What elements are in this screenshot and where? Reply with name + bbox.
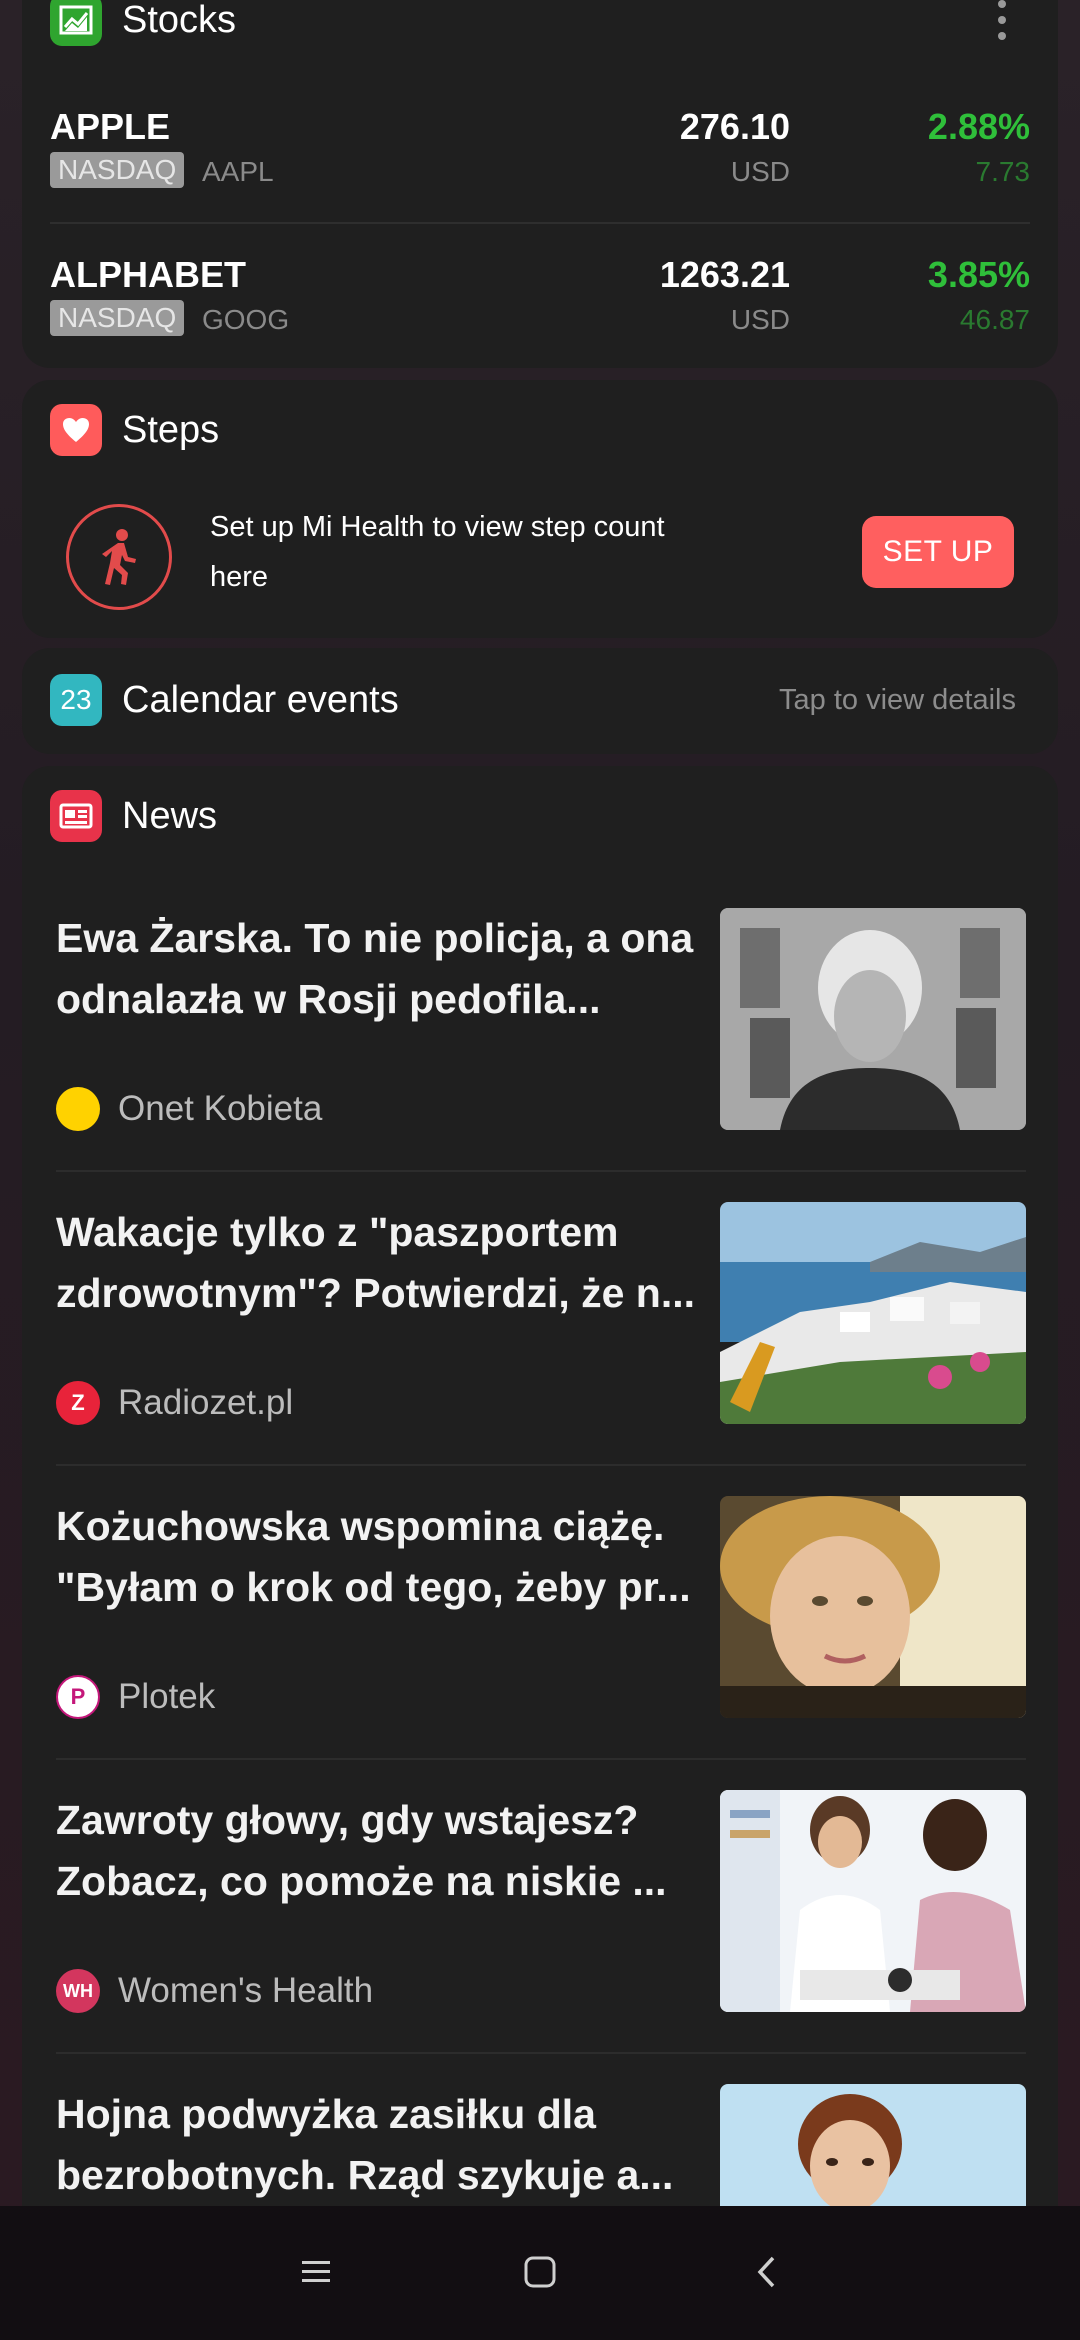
- divider: [56, 1758, 1026, 1760]
- steps-message: Set up Mi Health to view step count here: [210, 511, 665, 593]
- menu-icon[interactable]: [286, 2242, 346, 2302]
- news-source: WH Women's Health: [56, 1966, 373, 2016]
- stock-row[interactable]: APPLE NASDAQ AAPL 276.10 USD 2.88% 7.73: [50, 106, 1030, 226]
- stock-name: ALPHABET: [50, 254, 246, 295]
- news-headline: Kożuchowska wspomina ciążę. "Byłam o kro…: [56, 1503, 691, 1610]
- stock-name: APPLE: [50, 106, 171, 147]
- setup-button[interactable]: SET UP: [862, 516, 1014, 588]
- news-thumbnail: [720, 1496, 1026, 1718]
- stock-change-value: 46.87: [959, 304, 1030, 335]
- stock-ticker: AAPL: [202, 156, 274, 187]
- heart-icon: [50, 404, 102, 456]
- more-options-icon[interactable]: [998, 0, 1008, 40]
- news-thumbnail: [720, 908, 1026, 1130]
- onet-logo-icon: [56, 1087, 100, 1131]
- stocks-card[interactable]: Stocks APPLE NASDAQ AAPL 276.10 USD 2.88…: [22, 0, 1058, 368]
- news-source-name: Women's Health: [118, 1971, 374, 2010]
- stock-row[interactable]: ALPHABET NASDAQ GOOG 1263.21 USD 3.85% 4…: [50, 254, 1030, 368]
- steps-title: Steps: [122, 408, 220, 451]
- news-source-name: Plotek: [118, 1677, 216, 1716]
- calendar-header: 23 Calendar events: [50, 672, 399, 728]
- stock-ticker: GOOG: [202, 304, 290, 335]
- stock-currency: USD: [730, 304, 790, 335]
- news-item[interactable]: Zawroty głowy, gdy wstajesz? Zobacz, co …: [56, 1790, 1026, 2084]
- news-card: News Ewa Żarska. To nie policja, a ona o…: [22, 766, 1058, 2326]
- news-source: P Plotek: [56, 1672, 215, 1722]
- news-source: Onet Kobieta: [56, 1084, 322, 1134]
- news-source-name: Radiozet.pl: [118, 1383, 294, 1422]
- calendar-card[interactable]: 23 Calendar events Tap to view details: [22, 648, 1058, 754]
- news-source-name: Onet Kobieta: [118, 1089, 323, 1128]
- stock-change-percent: 2.88%: [927, 106, 1030, 147]
- stock-change-value: 7.73: [975, 156, 1031, 187]
- radiozet-logo-icon: Z: [56, 1381, 100, 1425]
- home-icon[interactable]: [510, 2242, 570, 2302]
- stock-exchange-badge: NASDAQ: [50, 300, 185, 336]
- stock-exchange-badge: NASDAQ: [50, 152, 185, 188]
- plotek-logo-icon: P: [56, 1675, 100, 1719]
- news-headline: Ewa Żarska. To nie policja, a ona odnala…: [56, 915, 694, 1022]
- divider: [50, 222, 1030, 224]
- back-icon[interactable]: [736, 2242, 796, 2302]
- divider: [56, 2052, 1026, 2054]
- news-source: Z Radiozet.pl: [56, 1378, 293, 1428]
- news-headline: Wakacje tylko z "paszportem zdrowotnym"?…: [56, 1209, 696, 1316]
- divider: [56, 1170, 1026, 1172]
- news-item[interactable]: Ewa Żarska. To nie policja, a ona odnala…: [56, 908, 1026, 1202]
- stocks-title: Stocks: [122, 0, 237, 41]
- stock-change-percent: 3.85%: [927, 254, 1030, 295]
- news-title: News: [122, 794, 218, 837]
- stock-price: 1263.21: [659, 254, 790, 295]
- steps-header: Steps: [50, 402, 219, 458]
- stocks-header: Stocks: [50, 0, 236, 48]
- news-headline: Hojna podwyżka zasiłku dla bezrobotnych.…: [56, 2091, 674, 2198]
- news-header: News: [50, 788, 217, 844]
- news-thumbnail: [720, 1202, 1026, 1424]
- steps-card[interactable]: Steps Set up Mi Health to view step coun…: [22, 380, 1058, 638]
- stocks-chart-icon: [50, 0, 102, 46]
- calendar-hint[interactable]: Tap to view details: [779, 684, 1016, 717]
- newspaper-icon: [50, 790, 102, 842]
- calendar-icon: 23: [50, 674, 102, 726]
- stock-currency: USD: [730, 156, 790, 187]
- divider: [56, 1464, 1026, 1466]
- news-item[interactable]: Kożuchowska wspomina ciążę. "Byłam o kro…: [56, 1496, 1026, 1790]
- news-item[interactable]: Wakacje tylko z "paszportem zdrowotnym"?…: [56, 1202, 1026, 1496]
- news-thumbnail: [720, 1790, 1026, 2012]
- calendar-title: Calendar events: [122, 678, 399, 721]
- stock-price: 276.10: [679, 106, 790, 147]
- womens-health-logo-icon: WH: [56, 1969, 100, 2013]
- system-navigation-bar: [0, 2206, 1080, 2340]
- walking-person-icon: [66, 504, 172, 610]
- news-headline: Zawroty głowy, gdy wstajesz? Zobacz, co …: [56, 1797, 667, 1904]
